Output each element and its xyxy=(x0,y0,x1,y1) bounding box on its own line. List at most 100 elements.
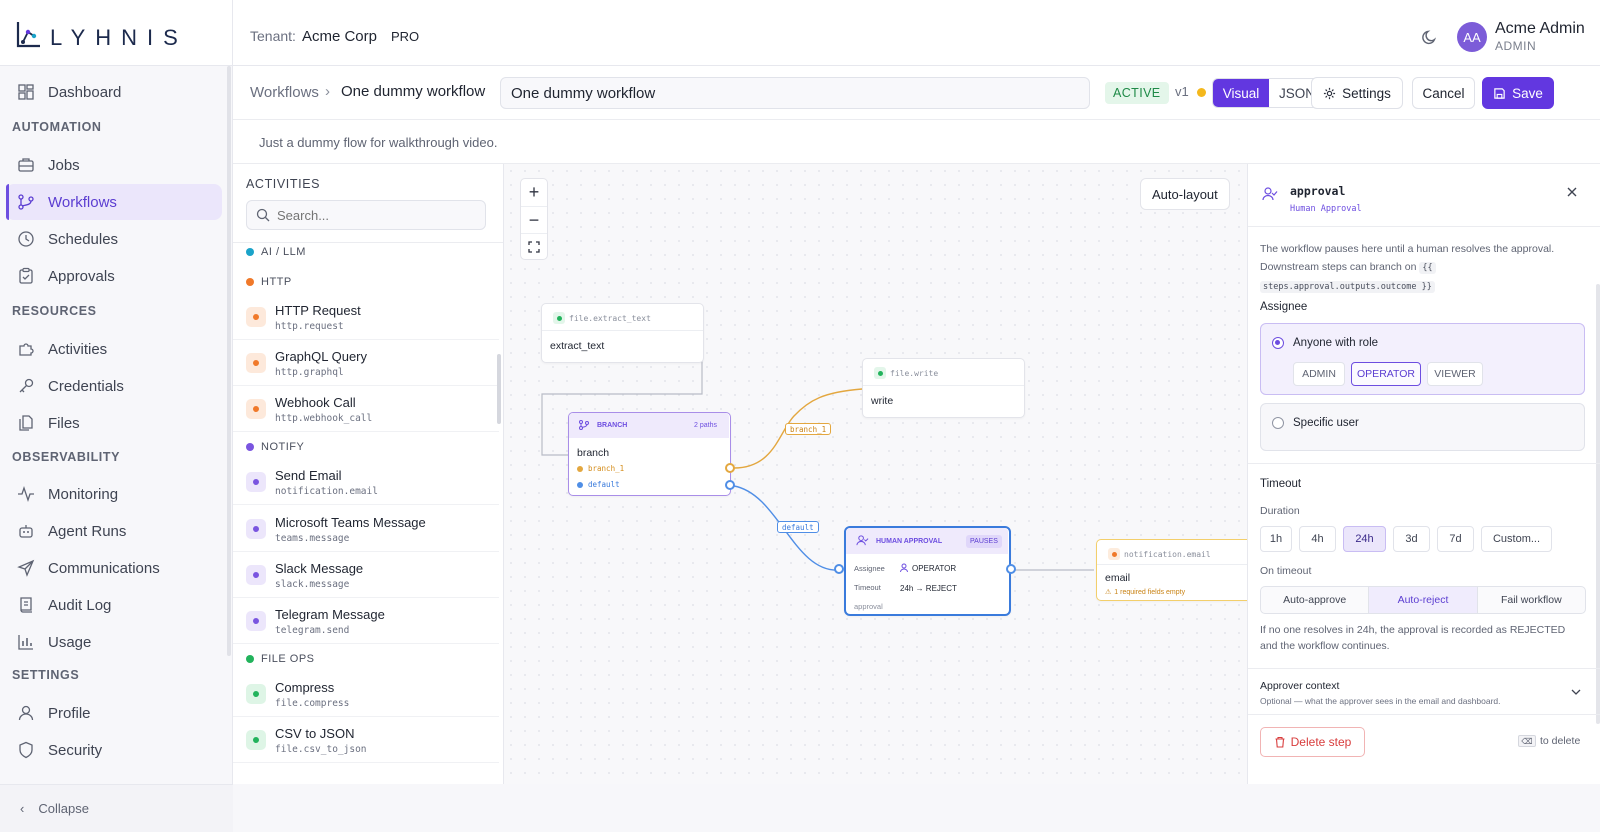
sidebar-item-label: Profile xyxy=(48,704,91,722)
approval-output-handle[interactable] xyxy=(1006,564,1016,574)
radio-label: Anyone with role xyxy=(1293,337,1379,349)
sidebar-item-activities[interactable]: Activities xyxy=(6,331,222,367)
node-approval[interactable]: HUMAN APPROVAL PAUSES Assignee OPERATOR … xyxy=(844,526,1011,616)
node-email[interactable]: notification.email email ⚠ 1 required fie… xyxy=(1096,539,1247,601)
approval-input-handle[interactable] xyxy=(834,564,844,574)
duration-custom[interactable]: Custom... xyxy=(1481,526,1552,552)
activity-item-teams-message[interactable]: Microsoft Teams Message teams.message xyxy=(233,506,499,552)
auto-reject-option[interactable]: Auto-reject xyxy=(1369,587,1478,613)
sidebar-item-approvals[interactable]: Approvals xyxy=(6,258,222,294)
panel-scrollbar[interactable] xyxy=(1596,284,1600,724)
sidebar-item-credentials[interactable]: Credentials xyxy=(6,368,222,404)
scroll-icon xyxy=(20,597,32,613)
description-bar[interactable]: Just a dummy flow for walkthrough video. xyxy=(233,120,1600,164)
sidebar-item-security[interactable]: Security xyxy=(6,732,222,768)
activity-id: slack.message xyxy=(275,579,350,590)
save-button[interactable]: Save xyxy=(1482,77,1554,109)
section-settings: SETTINGS xyxy=(12,668,80,682)
activity-name: HTTP Request xyxy=(275,303,361,318)
activity-item-graphql-query[interactable]: GraphQL Query http.graphql xyxy=(233,340,499,386)
zoom-in-button[interactable]: + xyxy=(521,179,547,206)
default-handle[interactable] xyxy=(725,480,735,490)
visual-mode-button[interactable]: Visual xyxy=(1213,79,1269,107)
zoom-out-button[interactable]: − xyxy=(521,206,547,233)
radio-specific-user[interactable] xyxy=(1272,417,1284,429)
sidebar-item-monitoring[interactable]: Monitoring xyxy=(6,476,222,512)
delete-step-button[interactable]: Delete step xyxy=(1260,727,1365,757)
category-file-ops[interactable]: FILE OPS xyxy=(246,653,315,665)
tenant-info[interactable]: Tenant: Acme Corp PRO xyxy=(250,28,419,45)
activity-name: Telegram Message xyxy=(275,607,385,622)
sidebar-item-dashboard[interactable]: Dashboard xyxy=(6,74,222,110)
activity-item-csv-to-json[interactable]: CSV to JSON file.csv_to_json xyxy=(233,717,499,763)
collapse-label: Collapse xyxy=(38,801,89,816)
cancel-button[interactable]: Cancel xyxy=(1412,77,1475,109)
avatar[interactable]: AA xyxy=(1457,22,1487,52)
sidebar-item-audit-log[interactable]: Audit Log xyxy=(6,587,222,623)
assignee-section-label: Assignee xyxy=(1260,301,1308,313)
role-viewer-chip[interactable]: VIEWER xyxy=(1427,362,1483,386)
node-extract-text[interactable]: file.extract_text extract_text xyxy=(541,303,704,363)
role-admin-chip[interactable]: ADMIN xyxy=(1293,362,1345,386)
auto-layout-button[interactable]: Auto-layout xyxy=(1140,178,1230,210)
specific-user-option[interactable]: Specific user xyxy=(1260,403,1585,451)
activity-id: telegram.send xyxy=(275,625,350,636)
activity-item-send-email[interactable]: Send Email notification.email xyxy=(233,459,499,505)
activity-item-http-request[interactable]: HTTP Request http.request xyxy=(233,294,499,340)
workflow-name-input[interactable] xyxy=(500,77,1090,109)
dark-mode-toggle-icon[interactable] xyxy=(1421,28,1439,46)
fit-view-button[interactable] xyxy=(521,233,547,260)
edge-label-default[interactable]: default xyxy=(777,521,819,533)
activities-title: ACTIVITIES xyxy=(246,177,321,191)
sidebar-item-jobs[interactable]: Jobs xyxy=(6,147,222,183)
duration-24h[interactable]: 24h xyxy=(1343,526,1386,552)
collapse-sidebar-button[interactable]: ‹ Collapse xyxy=(0,784,233,832)
approver-context-title[interactable]: Approver context xyxy=(1260,680,1339,692)
timeout-note: If no one resolves in 24h, the approval … xyxy=(1260,624,1566,652)
duration-4h[interactable]: 4h xyxy=(1299,526,1336,552)
node-kind: HUMAN APPROVAL xyxy=(876,538,943,545)
sidebar-item-usage[interactable]: Usage xyxy=(6,624,222,660)
breadcrumb-workflows-link[interactable]: Workflows xyxy=(250,84,319,101)
duration-3d[interactable]: 3d xyxy=(1393,526,1430,552)
role-operator-chip[interactable]: OPERATOR xyxy=(1351,362,1421,386)
sidebar-item-files[interactable]: Files xyxy=(6,405,222,441)
settings-button[interactable]: Settings xyxy=(1311,77,1403,109)
sidebar-item-agent-runs[interactable]: Agent Runs xyxy=(6,513,222,549)
fail-workflow-option[interactable]: Fail workflow xyxy=(1478,587,1585,613)
sidebar-item-communications[interactable]: Communications xyxy=(6,550,222,586)
search-input[interactable] xyxy=(277,206,477,224)
sidebar-item-workflows[interactable]: Workflows xyxy=(6,184,222,220)
chevron-down-icon[interactable] xyxy=(1570,686,1582,698)
user-name[interactable]: Acme Admin xyxy=(1495,20,1585,38)
duration-7d[interactable]: 7d xyxy=(1437,526,1474,552)
category-http[interactable]: HTTP xyxy=(246,276,292,288)
branch-1-handle[interactable] xyxy=(725,463,735,473)
anyone-with-role-option[interactable]: Anyone with role ADMIN OPERATOR VIEWER xyxy=(1260,323,1585,395)
node-write[interactable]: file.write write xyxy=(862,358,1025,418)
node-branch[interactable]: BRANCH 2 paths branch branch_1 default xyxy=(568,412,735,496)
sidebar-item-schedules[interactable]: Schedules xyxy=(6,221,222,257)
activity-item-webhook-call[interactable]: Webhook Call http.webhook_call xyxy=(233,386,499,432)
activity-item-slack-message[interactable]: Slack Message slack.message xyxy=(233,552,499,598)
workflow-canvas[interactable]: + − Auto-layout file.extract_text extrac… xyxy=(504,164,1247,784)
auto-approve-option[interactable]: Auto-approve xyxy=(1261,587,1370,613)
activity-search[interactable] xyxy=(246,200,486,230)
activity-item-telegram-message[interactable]: Telegram Message telegram.send xyxy=(233,598,499,644)
logo-area: LYHNIS xyxy=(0,0,233,66)
user-check-icon xyxy=(1262,187,1278,201)
section-observability: OBSERVABILITY xyxy=(12,450,121,464)
radio-anyone-with-role[interactable] xyxy=(1272,337,1284,349)
close-icon[interactable] xyxy=(1564,184,1580,200)
workflow-description[interactable]: Just a dummy flow for walkthrough video. xyxy=(259,135,497,150)
category-notify[interactable]: NOTIFY xyxy=(246,441,304,453)
sidebar-item-profile[interactable]: Profile xyxy=(6,695,222,731)
node-type: file.write xyxy=(890,369,939,378)
sidebar-scrollbar[interactable] xyxy=(227,66,231,656)
duration-1h[interactable]: 1h xyxy=(1260,526,1292,552)
edge-label-branch-1[interactable]: branch_1 xyxy=(785,423,832,435)
activities-scrollbar[interactable] xyxy=(497,354,501,424)
category-ai-llm[interactable]: AI / LLM xyxy=(246,246,306,258)
activity-pulse-icon xyxy=(18,485,34,503)
activity-item-compress[interactable]: Compress file.compress xyxy=(233,671,499,717)
